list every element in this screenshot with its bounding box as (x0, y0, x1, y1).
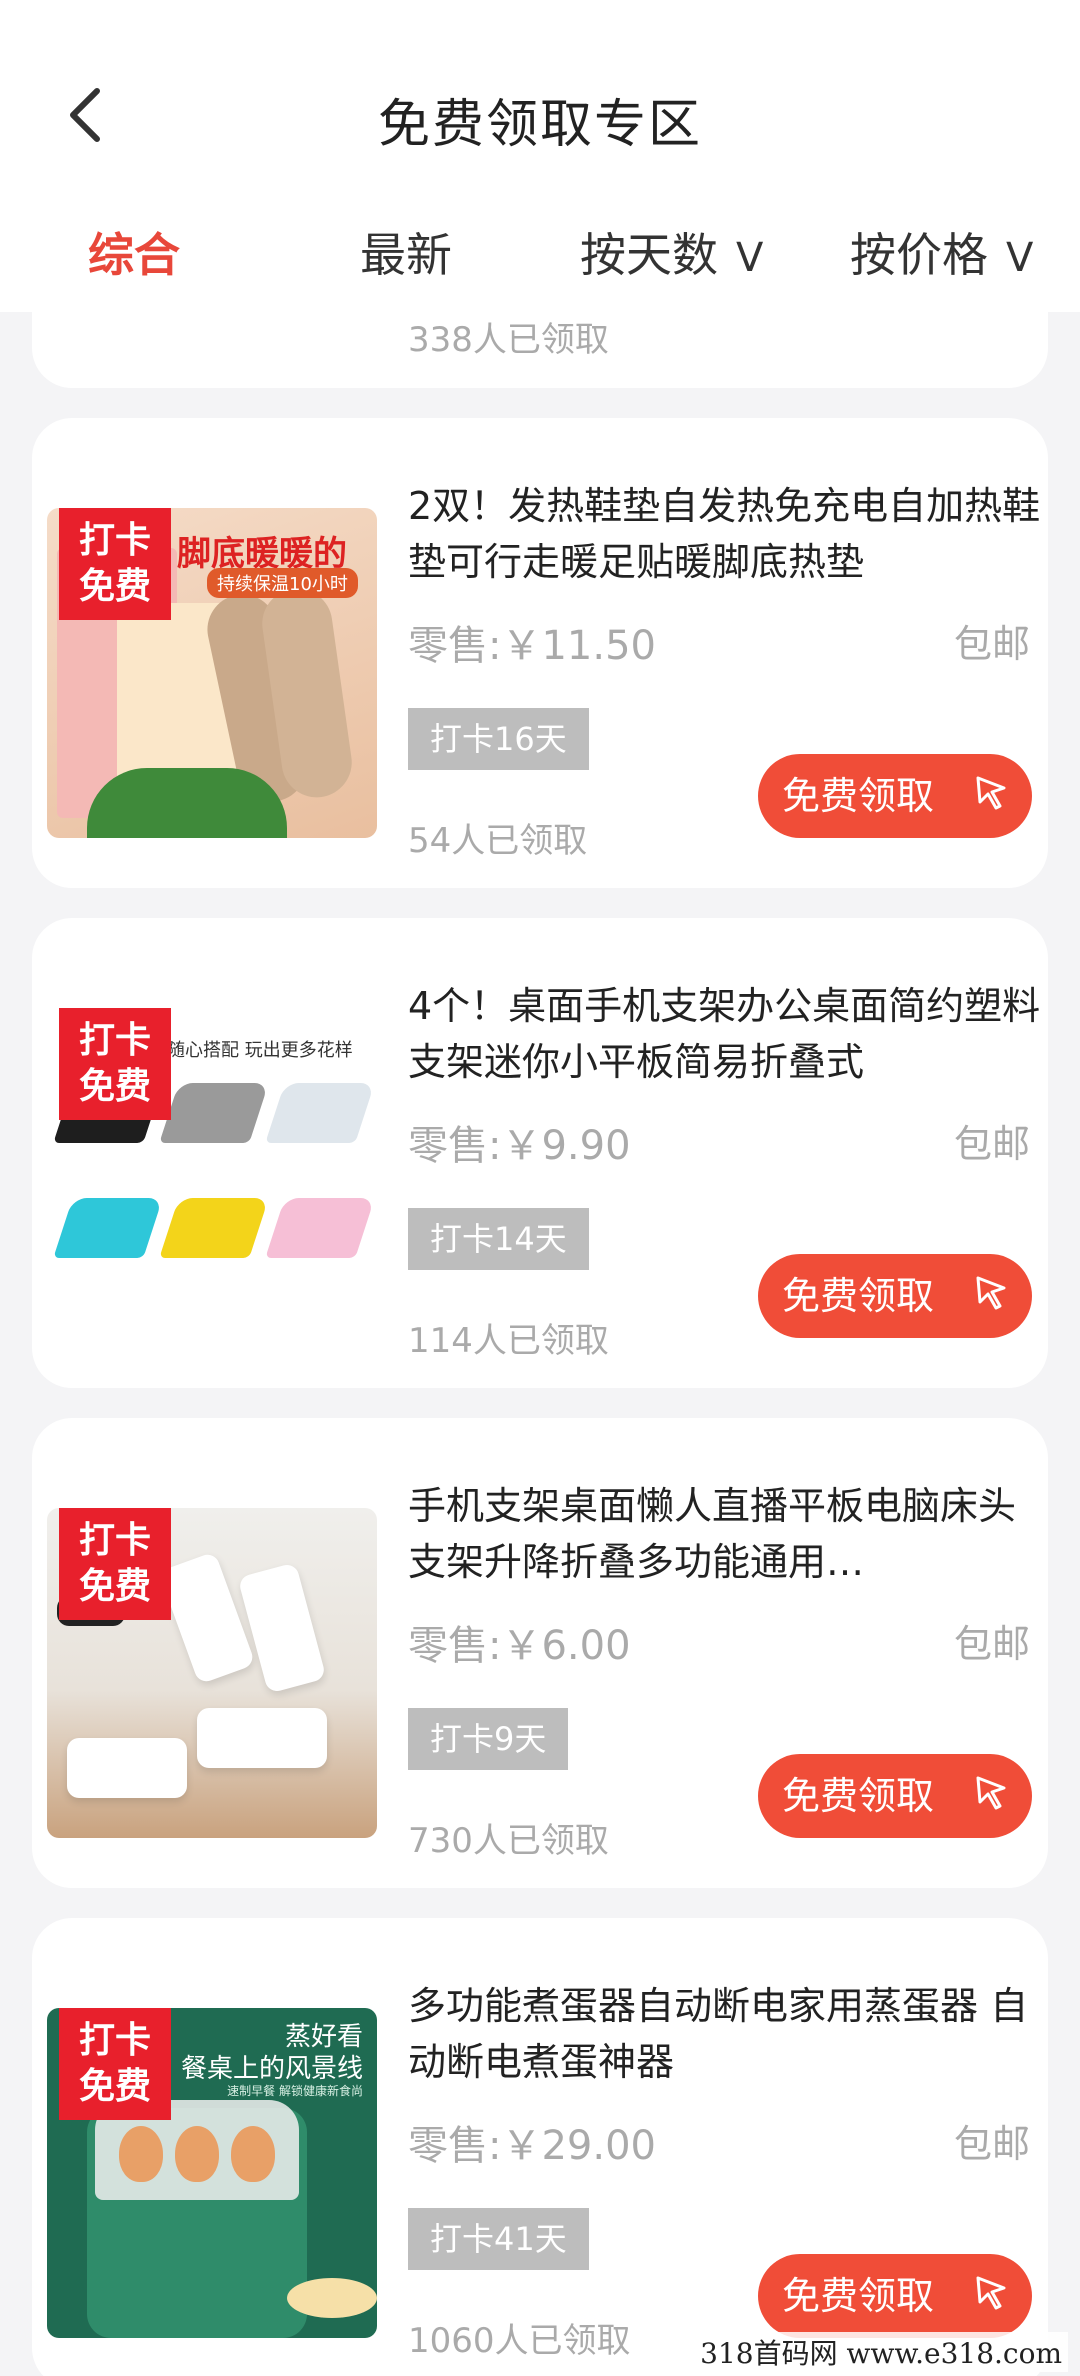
leaf-decoration (87, 768, 287, 838)
holder-base-graphic (67, 1738, 187, 1798)
claim-button-label: 免费领取 (782, 774, 935, 818)
badge-line: 免费 (78, 1566, 151, 1607)
tap-pointer-icon (976, 776, 1006, 810)
product-title[interactable]: 4个！桌面手机支架办公桌面简约塑料支架迷你小平板简易折叠式 (408, 978, 1048, 1090)
free-checkin-badge: 打卡 免费 (59, 508, 171, 620)
checkin-days-tag: 打卡9天 (408, 1708, 569, 1770)
stand-graphic (265, 1198, 375, 1258)
tab-label: 综合 (88, 228, 180, 282)
claim-button-label: 免费领取 (782, 1274, 935, 1318)
stand-graphic (159, 1198, 269, 1258)
tab-comprehensive[interactable]: 综合 (88, 210, 180, 300)
product-card[interactable]: 白色 打卡 免费 手机支架桌面懒人直播平板电脑床头支架升降折叠多功能通用… 零售… (32, 1418, 1048, 1888)
retail-price: 零售:￥9.90 (408, 1123, 631, 1169)
tab-newest[interactable]: 最新 (360, 210, 452, 300)
tab-label: 按价格 (850, 228, 988, 282)
checkin-days-tag: 打卡16天 (408, 708, 589, 770)
free-claim-button[interactable]: 免费领取 (758, 1754, 1032, 1838)
thumbnail-caption: 速制早餐 解锁健康新食尚 (227, 2084, 363, 2098)
claimed-count: 54人已领取 (408, 821, 588, 861)
free-claim-button[interactable]: 免费领取 (758, 1254, 1032, 1338)
product-title[interactable]: 多功能煮蛋器自动断电家用蒸蛋器 自动断电煮蛋神器 (408, 1978, 1048, 2090)
egg-graphic (119, 2126, 163, 2182)
tab-label: 按天数 (580, 228, 718, 282)
badge-line: 打卡 (78, 1020, 151, 1061)
site-watermark: 318首码网 www.e318.com (694, 2332, 1068, 2372)
claim-button-label: 免费领取 (782, 1774, 935, 1818)
tab-by-days[interactable]: 按天数 V (580, 210, 763, 300)
phone-holder-graphic (158, 1551, 256, 1685)
free-checkin-badge: 打卡 免费 (59, 1008, 171, 1120)
free-checkin-badge: 打卡 免费 (59, 2008, 171, 2120)
product-thumbnail[interactable]: 蒸好看 餐桌上的风景线 速制早餐 解锁健康新食尚 打卡 免费 (47, 2008, 377, 2338)
stand-graphic (159, 1083, 269, 1143)
stand-graphic (53, 1198, 163, 1258)
product-thumbnail[interactable]: 随心搭配 玩出更多花样 打卡 免费 (47, 1008, 377, 1338)
product-list[interactable]: 338人已领取 脚底暖暖的 持续保温10小时 打卡 免费 2双！发热鞋垫自发热免… (0, 0, 1080, 2376)
thumbnail-subline: 餐桌上的风景线 (180, 2054, 363, 2084)
checkin-days-tag: 打卡14天 (408, 1208, 589, 1270)
tap-pointer-icon (976, 1276, 1006, 1310)
claimed-count: 114人已领取 (408, 1321, 609, 1361)
chevron-down-icon: V (1006, 235, 1034, 281)
free-claim-button[interactable]: 免费领取 (758, 754, 1032, 838)
free-shipping-label: 包邮 (953, 1122, 1030, 1166)
page-title: 免费领取专区 (377, 95, 702, 155)
claimed-count: 1060人已领取 (408, 2321, 631, 2361)
badge-line: 打卡 (78, 520, 151, 561)
product-thumbnail[interactable]: 脚底暖暖的 持续保温10小时 打卡 免费 (47, 508, 377, 838)
checkin-days-tag: 打卡41天 (408, 2208, 589, 2270)
thumbnail-headline: 随心搭配 玩出更多花样 (167, 1040, 353, 1061)
product-title[interactable]: 手机支架桌面懒人直播平板电脑床头支架升降折叠多功能通用… (408, 1478, 1048, 1590)
egg-graphic (175, 2126, 219, 2182)
stand-graphic (265, 1083, 375, 1143)
food-plate-graphic (287, 2278, 377, 2318)
free-checkin-badge: 打卡 免费 (59, 1508, 171, 1620)
badge-line: 免费 (78, 1066, 151, 1107)
free-shipping-label: 包邮 (953, 1622, 1030, 1666)
product-card[interactable]: 蒸好看 餐桌上的风景线 速制早餐 解锁健康新食尚 打卡 免费 多功能煮蛋器自动断… (32, 1918, 1048, 2376)
product-card[interactable]: 脚底暖暖的 持续保温10小时 打卡 免费 2双！发热鞋垫自发热免充电自加热鞋垫可… (32, 418, 1048, 888)
badge-line: 打卡 (78, 1520, 151, 1561)
free-claim-button[interactable]: 免费领取 (758, 2254, 1032, 2338)
tab-by-price[interactable]: 按价格 V (850, 210, 1033, 300)
tab-label: 最新 (360, 228, 452, 282)
retail-price: 零售:￥6.00 (408, 1623, 631, 1669)
holder-base-graphic (197, 1708, 327, 1768)
egg-graphic (231, 2126, 275, 2182)
product-thumbnail[interactable]: 白色 打卡 免费 (47, 1508, 377, 1838)
sort-tabs: 综合 最新 按天数 V 按价格 V (0, 210, 1080, 300)
claim-button-label: 免费领取 (782, 2274, 935, 2318)
tap-pointer-icon (976, 1776, 1006, 1810)
claimed-count: 338人已领取 (408, 320, 609, 360)
tap-pointer-icon (976, 2276, 1006, 2310)
retail-price: 零售:￥11.50 (408, 623, 656, 669)
phone-holder-graphic (237, 1562, 327, 1694)
free-shipping-label: 包邮 (953, 622, 1030, 666)
page-header: 免费领取专区 综合 最新 按天数 V 按价格 V (0, 0, 1080, 312)
badge-line: 免费 (78, 2066, 151, 2107)
badge-line: 免费 (78, 566, 151, 607)
retail-price: 零售:￥29.00 (408, 2123, 656, 2169)
thumbnail-subline: 持续保温10小时 (207, 568, 358, 598)
product-title[interactable]: 2双！发热鞋垫自发热免充电自加热鞋垫可行走暖足贴暖脚底热垫 (408, 478, 1048, 590)
free-shipping-label: 包邮 (953, 2122, 1030, 2166)
product-card[interactable]: 随心搭配 玩出更多花样 打卡 免费 4个！桌面手机支架办公桌面简约塑料支架迷你小… (32, 918, 1048, 1388)
chevron-down-icon: V (736, 235, 764, 281)
claimed-count: 730人已领取 (408, 1821, 609, 1861)
badge-line: 打卡 (78, 2020, 151, 2061)
